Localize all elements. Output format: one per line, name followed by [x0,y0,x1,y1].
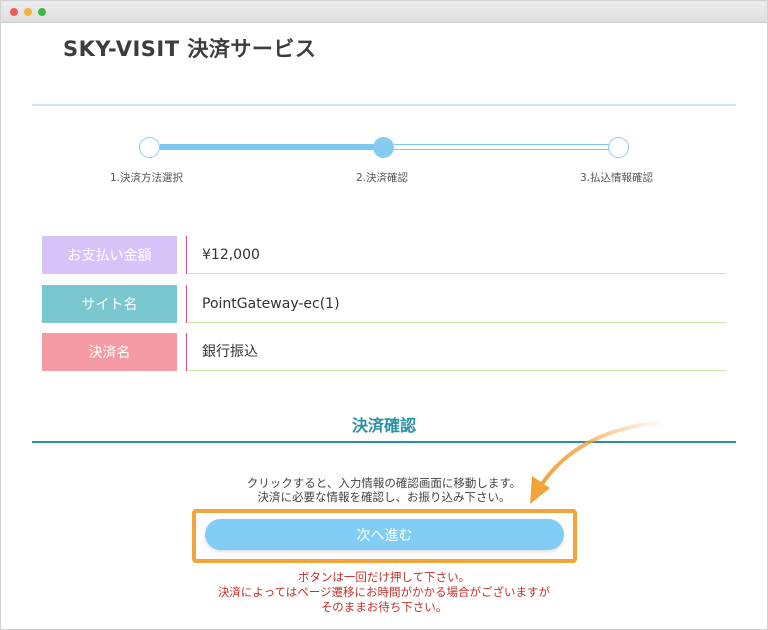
pointer-arrow-icon [530,420,667,504]
amount-value: ¥12,000 [202,247,260,263]
warning-line-3: そのままお待ち下さい。 [320,600,448,614]
warning-line-2: 決済によってはページ遷移にお時間がかかる場合がございますが [217,585,551,599]
step-3-label: 3.払込情報確認 [580,172,654,184]
minimize-window-icon[interactable] [24,8,32,16]
step-track-remaining [384,144,618,150]
info-row-payment-method: 決済名 銀行振込 [42,333,726,371]
page-title: SKY-VISIT 決済サービス [63,37,317,61]
next-button[interactable]: 次へ進む [205,519,564,550]
step-3-marker [608,137,629,158]
step-1-marker [139,137,160,158]
info-row-site: サイト名 PointGateway-ec(1) [42,285,726,323]
step-2-marker-current [373,137,394,158]
amount-label: お支払い金額 [42,236,177,274]
row-accent-bar [186,285,187,323]
row-accent-bar [186,236,187,274]
payment-method-label: 決済名 [42,333,177,371]
step-2-label: 2.決済確認 [356,172,409,184]
payment-method-value: 銀行振込 [202,344,258,360]
site-name-value: PointGateway-ec(1) [202,296,340,312]
title-divider [32,104,736,106]
warning-line-1: ボタンは一回だけ押して下さい。 [297,570,471,584]
step-1-label: 1.決済方法選択 [110,172,184,184]
info-row-amount: お支払い金額 ¥12,000 [42,236,726,274]
close-window-icon[interactable] [10,8,18,16]
window-titlebar [1,1,767,23]
row-accent-bar [186,333,187,371]
site-name-label: サイト名 [42,285,177,323]
row-underline [187,322,726,323]
row-underline [187,273,726,274]
maximize-window-icon[interactable] [38,8,46,16]
row-underline [187,370,726,371]
step-track-completed [160,144,384,150]
